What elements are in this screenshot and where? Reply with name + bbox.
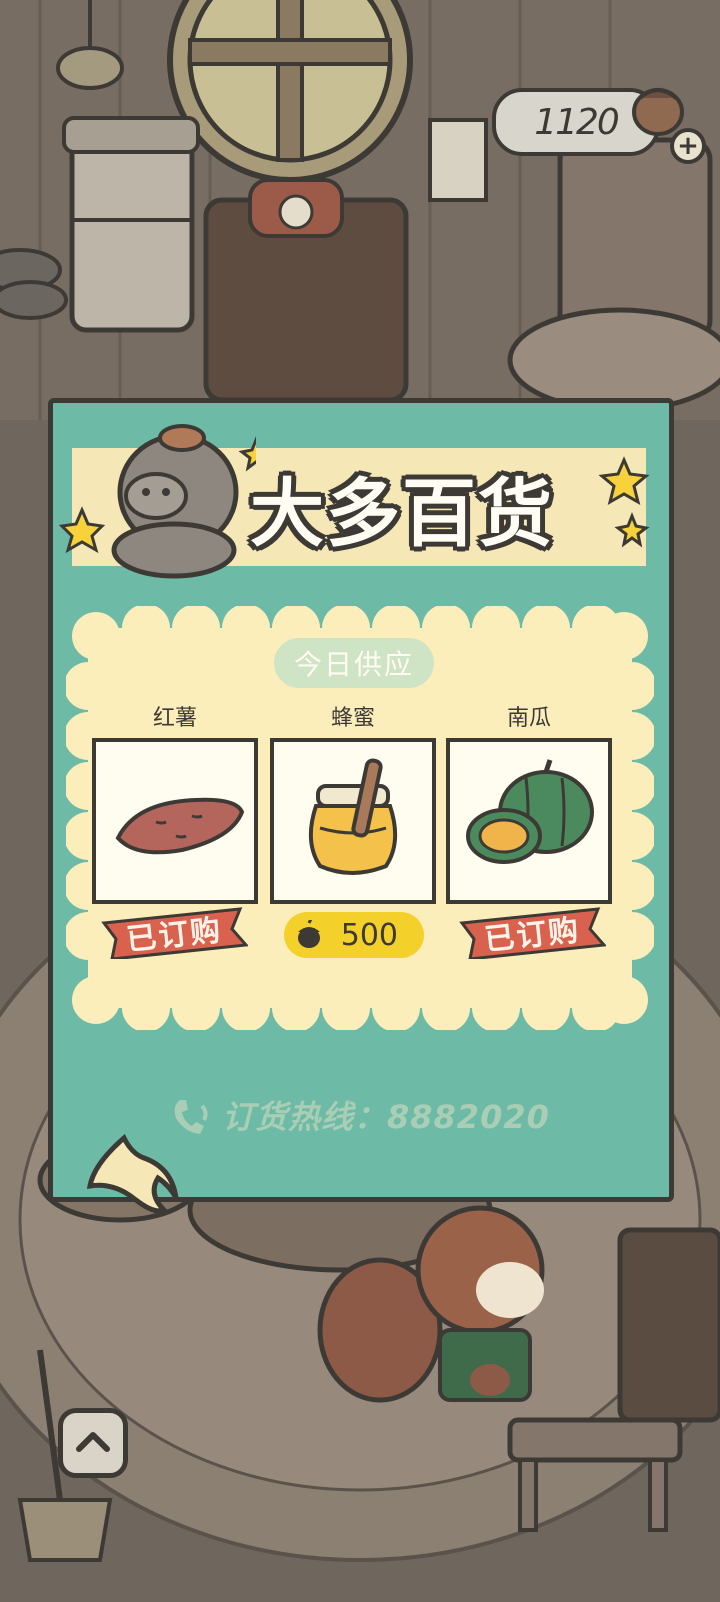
plus-icon: + — [677, 131, 699, 161]
back-arrow-icon[interactable] — [84, 1134, 184, 1224]
currency-amount: 1120 — [534, 101, 620, 143]
item-card-honey[interactable] — [270, 738, 436, 904]
expand-up-button[interactable] — [58, 1408, 128, 1478]
acorn-coin-icon — [298, 920, 320, 948]
item-name-sweet-potato: 红薯 — [152, 706, 197, 731]
item-card-sweet-potato[interactable] — [92, 738, 258, 904]
add-currency-button[interactable]: + — [670, 128, 706, 164]
item-name-honey: 蜂蜜 — [330, 706, 375, 731]
honey-price[interactable]: 500 — [284, 912, 424, 958]
item-name-pumpkin: 南瓜 — [506, 706, 551, 731]
phone-icon — [174, 1100, 208, 1134]
chevron-up-icon — [76, 1432, 110, 1452]
hotline-text: 订货热线：8882020 — [222, 1098, 550, 1136]
item-card-pumpkin[interactable] — [446, 738, 612, 904]
pumpkin-icon — [466, 759, 594, 864]
sweet-potato-icon — [115, 797, 245, 855]
honey-jar-icon — [308, 758, 398, 875]
today-supply-label: 今日供应 — [274, 638, 434, 688]
hippo-shopkeeper-icon — [58, 424, 256, 579]
honey-price-value: 500 — [340, 917, 398, 953]
order-hotline: 订货热线：8882020 — [170, 1090, 570, 1140]
shop-title: 大多百货 — [250, 470, 554, 557]
